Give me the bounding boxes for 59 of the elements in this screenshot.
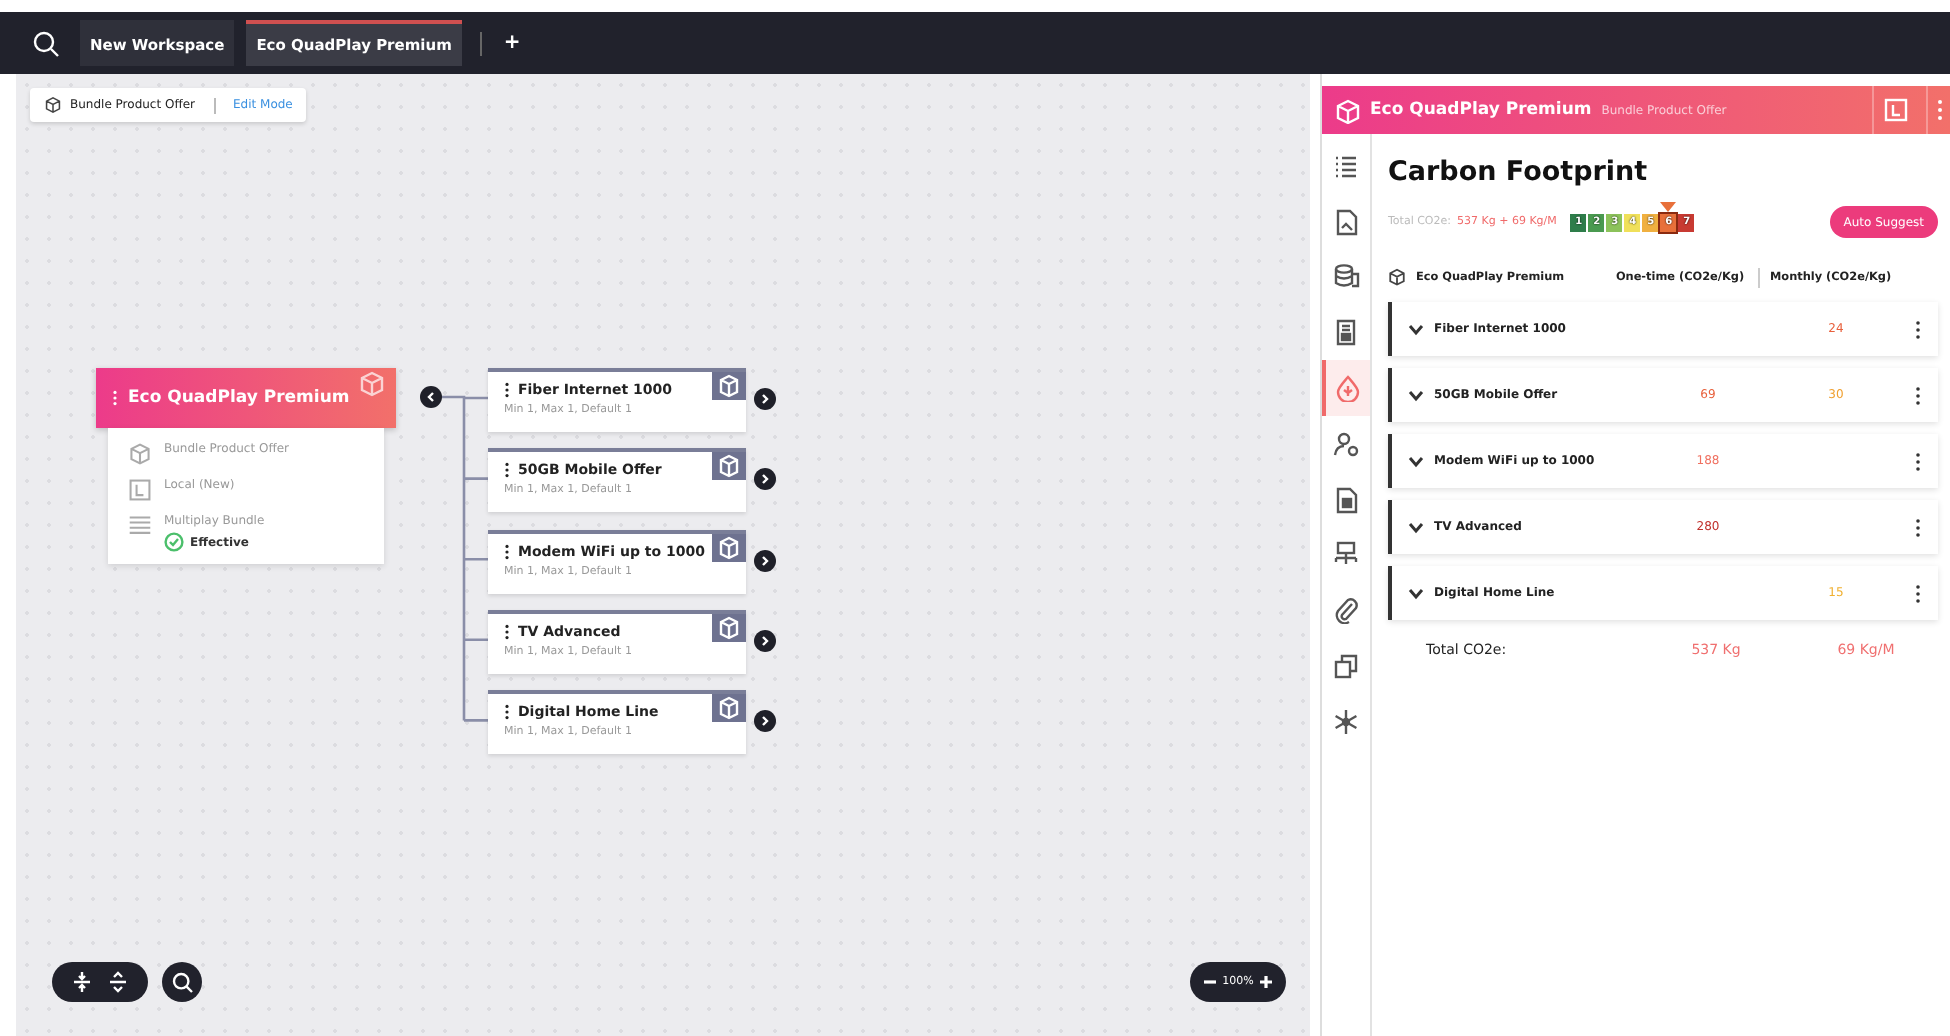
chevron-icon[interactable] (1408, 323, 1424, 335)
expand-handle[interactable] (754, 468, 776, 491)
receipt-icon (1332, 318, 1360, 347)
drag-handle-icon (504, 704, 510, 721)
expand-handle[interactable] (754, 388, 776, 410)
expand-icon[interactable] (106, 970, 130, 994)
search-icon[interactable] (32, 29, 60, 57)
box-icon (1388, 268, 1406, 286)
coins-icon (1332, 262, 1360, 291)
expand-handle[interactable] (754, 549, 776, 572)
chevron-icon[interactable] (1408, 587, 1424, 599)
snowflake-icon (1332, 707, 1360, 736)
chevron-icon[interactable] (1408, 521, 1424, 533)
node-title: Eco QuadPlay Premium (128, 388, 350, 408)
box-icon (712, 613, 746, 642)
paperclip-icon (1332, 596, 1360, 625)
box-icon (44, 96, 62, 114)
zoom-out-icon[interactable] (1202, 974, 1218, 990)
expand-handle[interactable] (754, 710, 776, 733)
panel-title: Eco QuadPlay Premium (1370, 100, 1592, 120)
drag-handle-icon (504, 623, 510, 640)
more-icon[interactable] (1914, 319, 1922, 339)
box-icon (1334, 97, 1360, 123)
list-icon (1332, 151, 1360, 180)
search-icon (171, 971, 193, 993)
box-icon (712, 533, 746, 562)
box-icon (712, 452, 746, 481)
copy-icon (1332, 652, 1360, 681)
collapse-handle[interactable] (420, 386, 442, 408)
drag-handle-icon (504, 543, 510, 560)
chevron-icon[interactable] (1408, 455, 1424, 467)
more-icon[interactable] (1914, 385, 1922, 405)
drag-handle-icon (112, 390, 118, 406)
letter-box-icon (1883, 98, 1907, 122)
more-icon[interactable] (1914, 451, 1922, 471)
box-icon (712, 372, 746, 400)
box-icon (128, 442, 152, 466)
more-icon[interactable] (1914, 517, 1922, 537)
network-icon (1332, 540, 1360, 569)
check-circle-icon (164, 532, 184, 552)
document-icon (1332, 207, 1360, 236)
drag-handle-icon (504, 382, 510, 398)
user-gear-icon (1332, 429, 1360, 458)
collapse-icon[interactable] (70, 970, 94, 994)
box-icon (712, 694, 746, 723)
pointer-marker (1660, 201, 1677, 211)
zoom-in-icon[interactable] (1257, 974, 1274, 990)
lines-icon (128, 514, 152, 538)
letter-box-icon (128, 478, 152, 502)
drag-handle-icon (504, 462, 510, 479)
more-icon[interactable] (1914, 583, 1922, 603)
contract-icon (1332, 485, 1360, 514)
more-icon (1935, 98, 1943, 122)
search-button[interactable] (162, 962, 202, 1002)
expand-handle[interactable] (754, 629, 776, 652)
section-heading: Carbon Footprint (1388, 156, 1650, 188)
chevron-icon[interactable] (1408, 389, 1424, 401)
leaf-drop-icon (1334, 374, 1362, 403)
add-tab-button[interactable]: + (499, 32, 525, 54)
